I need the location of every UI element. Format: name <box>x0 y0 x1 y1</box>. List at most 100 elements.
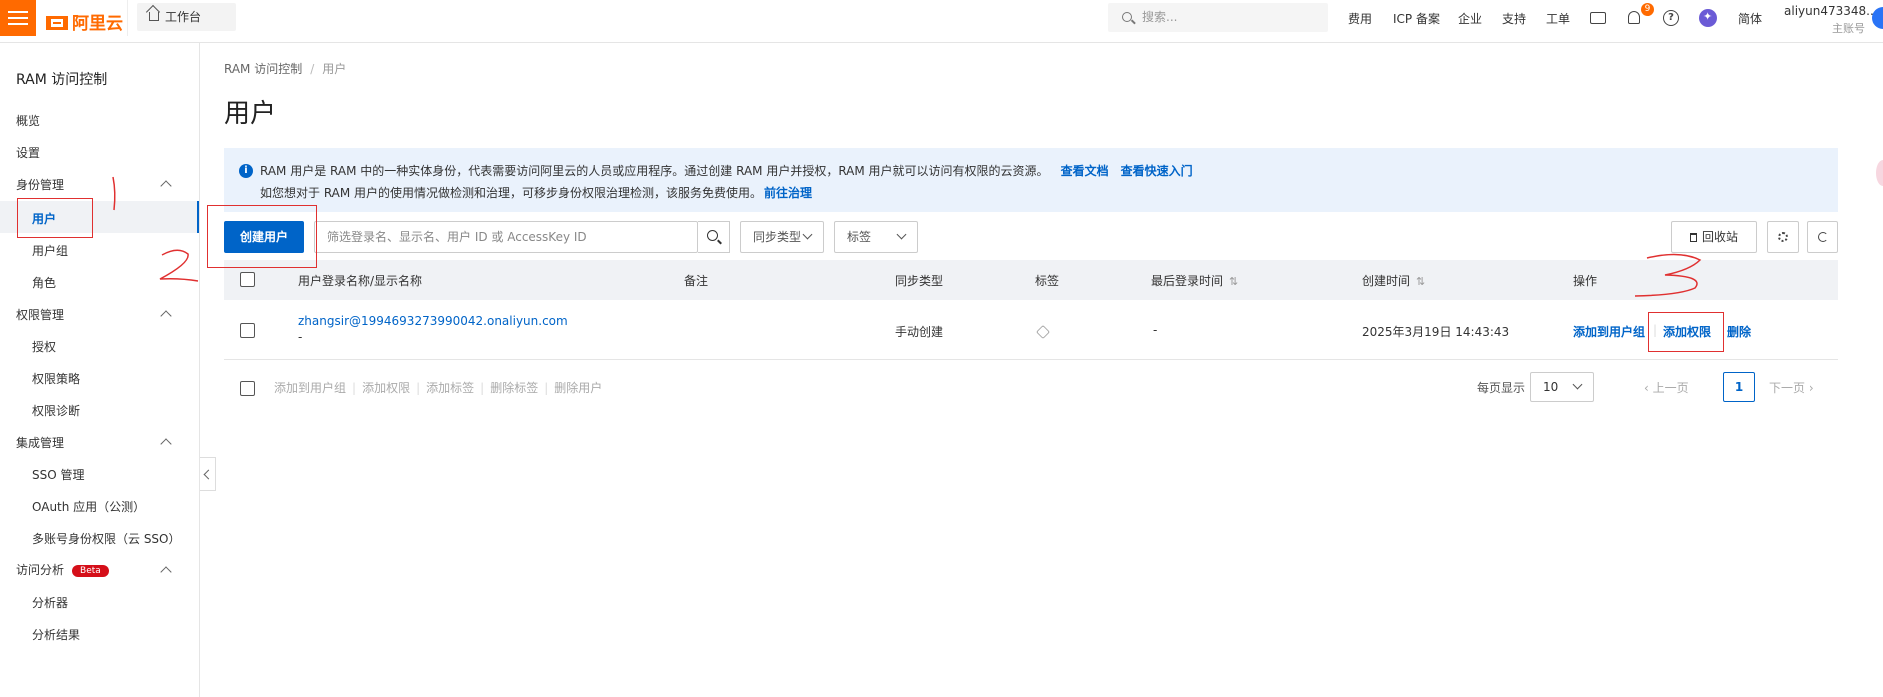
sidebar-item-policies[interactable]: 权限策略 <box>32 370 80 387</box>
column-header-name: 用户登录名称/显示名称 <box>298 274 423 288</box>
sort-icon[interactable]: ⇅ <box>1229 275 1238 288</box>
sidebar-item-grants[interactable]: 授权 <box>32 338 56 355</box>
beta-badge: Beta <box>72 565 109 577</box>
chevron-up-icon[interactable] <box>160 566 172 578</box>
annotation-box-create-user <box>207 205 317 268</box>
refresh-button[interactable] <box>1807 221 1838 253</box>
delete-user-link[interactable]: 删除 <box>1727 323 1751 340</box>
page-1-button[interactable]: 1 <box>1723 372 1755 402</box>
sidebar-item-diagnostics[interactable]: 权限诊断 <box>32 402 80 419</box>
select-all-checkbox[interactable] <box>240 272 255 287</box>
sidebar-item-cloud-sso[interactable]: 多账号身份权限（云 SSO） <box>32 530 181 547</box>
filter-input[interactable]: 筛选登录名、显示名、用户 ID 或 AccessKey ID <box>314 221 698 253</box>
sidebar-group-label[interactable]: 身份管理 <box>16 176 64 193</box>
terminal-icon[interactable] <box>1590 12 1606 24</box>
divider <box>127 0 128 36</box>
tag-select[interactable]: 标签 <box>834 221 918 253</box>
annotation-box-users <box>17 198 93 238</box>
sidebar-item-sso[interactable]: SSO 管理 <box>32 466 85 483</box>
sidebar-group-label[interactable]: 访问分析 Beta <box>16 561 109 578</box>
nav-enterprise[interactable]: 企业 <box>1458 10 1482 27</box>
governance-link[interactable]: 前往治理 <box>764 186 812 200</box>
row-checkbox[interactable] <box>240 323 255 338</box>
sidebar-collapse-button[interactable] <box>200 457 216 491</box>
chevron-up-icon[interactable] <box>160 180 172 192</box>
view-docs-link[interactable]: 查看文档 <box>1061 164 1109 178</box>
bell-icon[interactable] <box>1628 11 1640 24</box>
bulk-delete-tag[interactable]: 删除标签 <box>490 381 538 395</box>
sidebar-item-analyzer[interactable]: 分析器 <box>32 594 68 611</box>
home-icon <box>149 12 159 21</box>
sidebar-item-overview[interactable]: 概览 <box>16 112 40 129</box>
workbench-label: 工作台 <box>165 10 202 24</box>
column-header-created[interactable]: 创建时间 ⇅ <box>1362 272 1425 289</box>
bulk-add-to-group[interactable]: 添加到用户组 <box>274 381 346 395</box>
edge-widget[interactable] <box>1876 160 1883 186</box>
bulk-select-checkbox[interactable] <box>240 381 255 396</box>
quick-start-link[interactable]: 查看快速入门 <box>1121 164 1193 178</box>
column-header-tag: 标签 <box>1035 274 1060 288</box>
next-page-button[interactable]: 下一页 › <box>1769 379 1814 396</box>
chevron-up-icon[interactable] <box>160 310 172 322</box>
info-text: RAM 用户是 RAM 中的一种实体身份，代表需要访问阿里云的人员或应用程序。通… <box>260 164 1049 178</box>
user-login-link[interactable]: zhangsir@1994693273990042.onaliyun.com <box>298 314 568 328</box>
column-header-last-login[interactable]: 最后登录时间 ⇅ <box>1151 272 1238 289</box>
nav-ticket[interactable]: 工单 <box>1546 10 1570 27</box>
user-display-name: - <box>298 330 303 344</box>
settings-button[interactable] <box>1767 221 1799 253</box>
notification-badge: 9 <box>1641 3 1654 16</box>
trash-icon <box>1689 233 1697 242</box>
sync-type-label: 同步类型 <box>753 230 802 244</box>
bulk-add-tag[interactable]: 添加标签 <box>426 381 474 395</box>
language-switch[interactable]: 简体 <box>1738 10 1762 27</box>
help-icon[interactable]: ? <box>1663 10 1679 26</box>
add-to-group-link[interactable]: 添加到用户组 <box>1573 323 1645 340</box>
column-header-sync: 同步类型 <box>895 274 944 288</box>
chevron-up-icon[interactable] <box>160 438 172 450</box>
bulk-actions: 添加到用户组 | 添加权限 | 添加标签 | 删除标签 | 删除用户 <box>274 381 603 395</box>
aliyun-logo[interactable]: 阿里云 <box>46 9 123 34</box>
column-header-created-text: 创建时间 <box>1362 274 1411 288</box>
breadcrumb-separator: / <box>310 62 315 76</box>
bulk-add-permission[interactable]: 添加权限 <box>362 381 410 395</box>
chevron-down-icon <box>802 229 813 240</box>
sidebar-group-text: 访问分析 <box>16 563 65 577</box>
table-row: zhangsir@1994693273990042.onaliyun.com -… <box>224 300 1838 360</box>
user-last-login: - <box>1153 323 1158 337</box>
hamburger-menu-icon[interactable] <box>0 0 36 36</box>
chevron-down-icon <box>896 229 907 240</box>
nav-support[interactable]: 支持 <box>1502 10 1526 27</box>
search-icon <box>1122 12 1132 22</box>
account-menu[interactable]: aliyun473348... 主账号 <box>1784 4 1878 35</box>
column-header-actions: 操作 <box>1573 274 1598 288</box>
breadcrumb-ram[interactable]: RAM 访问控制 <box>224 62 302 76</box>
account-name: aliyun473348... <box>1784 4 1878 18</box>
nav-fees[interactable]: 费用 <box>1348 10 1372 27</box>
search-placeholder: 搜索... <box>1142 10 1178 24</box>
filter-search-button[interactable] <box>698 221 730 253</box>
sync-type-select[interactable]: 同步类型 <box>740 221 824 253</box>
sidebar-group-label[interactable]: 集成管理 <box>16 434 64 451</box>
tag-icon[interactable] <box>1035 324 1051 340</box>
per-page-value: 10 <box>1543 380 1559 394</box>
top-bar: 阿里云 工作台 搜索... 费用 ICP 备案 企业 支持 工单 9 ? 简体 … <box>0 0 1883 43</box>
recycle-bin-button[interactable]: 回收站 <box>1671 221 1757 253</box>
table-header: 用户登录名称/显示名称 备注 同步类型 标签 最后登录时间 ⇅ 创建时间 ⇅ 操作 <box>224 260 1838 300</box>
sidebar-item-user-groups[interactable]: 用户组 <box>32 242 68 259</box>
ai-assistant-icon[interactable] <box>1699 9 1717 27</box>
workbench-button[interactable]: 工作台 <box>137 3 236 31</box>
sidebar-item-roles[interactable]: 角色 <box>32 274 56 291</box>
sidebar-group-label[interactable]: 权限管理 <box>16 306 64 323</box>
global-search-input[interactable]: 搜索... <box>1108 3 1328 32</box>
per-page-select[interactable]: 10 <box>1530 372 1594 402</box>
sidebar-item-analysis-results[interactable]: 分析结果 <box>32 626 80 643</box>
column-header-last-login-text: 最后登录时间 <box>1151 274 1224 288</box>
breadcrumb-users: 用户 <box>322 62 347 76</box>
nav-icp[interactable]: ICP 备案 <box>1393 10 1440 27</box>
sort-icon[interactable]: ⇅ <box>1416 275 1425 288</box>
prev-page-button[interactable]: ‹ 上一页 <box>1644 379 1689 396</box>
avatar[interactable] <box>1872 7 1883 29</box>
bulk-delete-user[interactable]: 删除用户 <box>554 381 602 395</box>
sidebar-item-settings[interactable]: 设置 <box>16 144 40 161</box>
sidebar-item-oauth[interactable]: OAuth 应用（公测） <box>32 498 145 515</box>
